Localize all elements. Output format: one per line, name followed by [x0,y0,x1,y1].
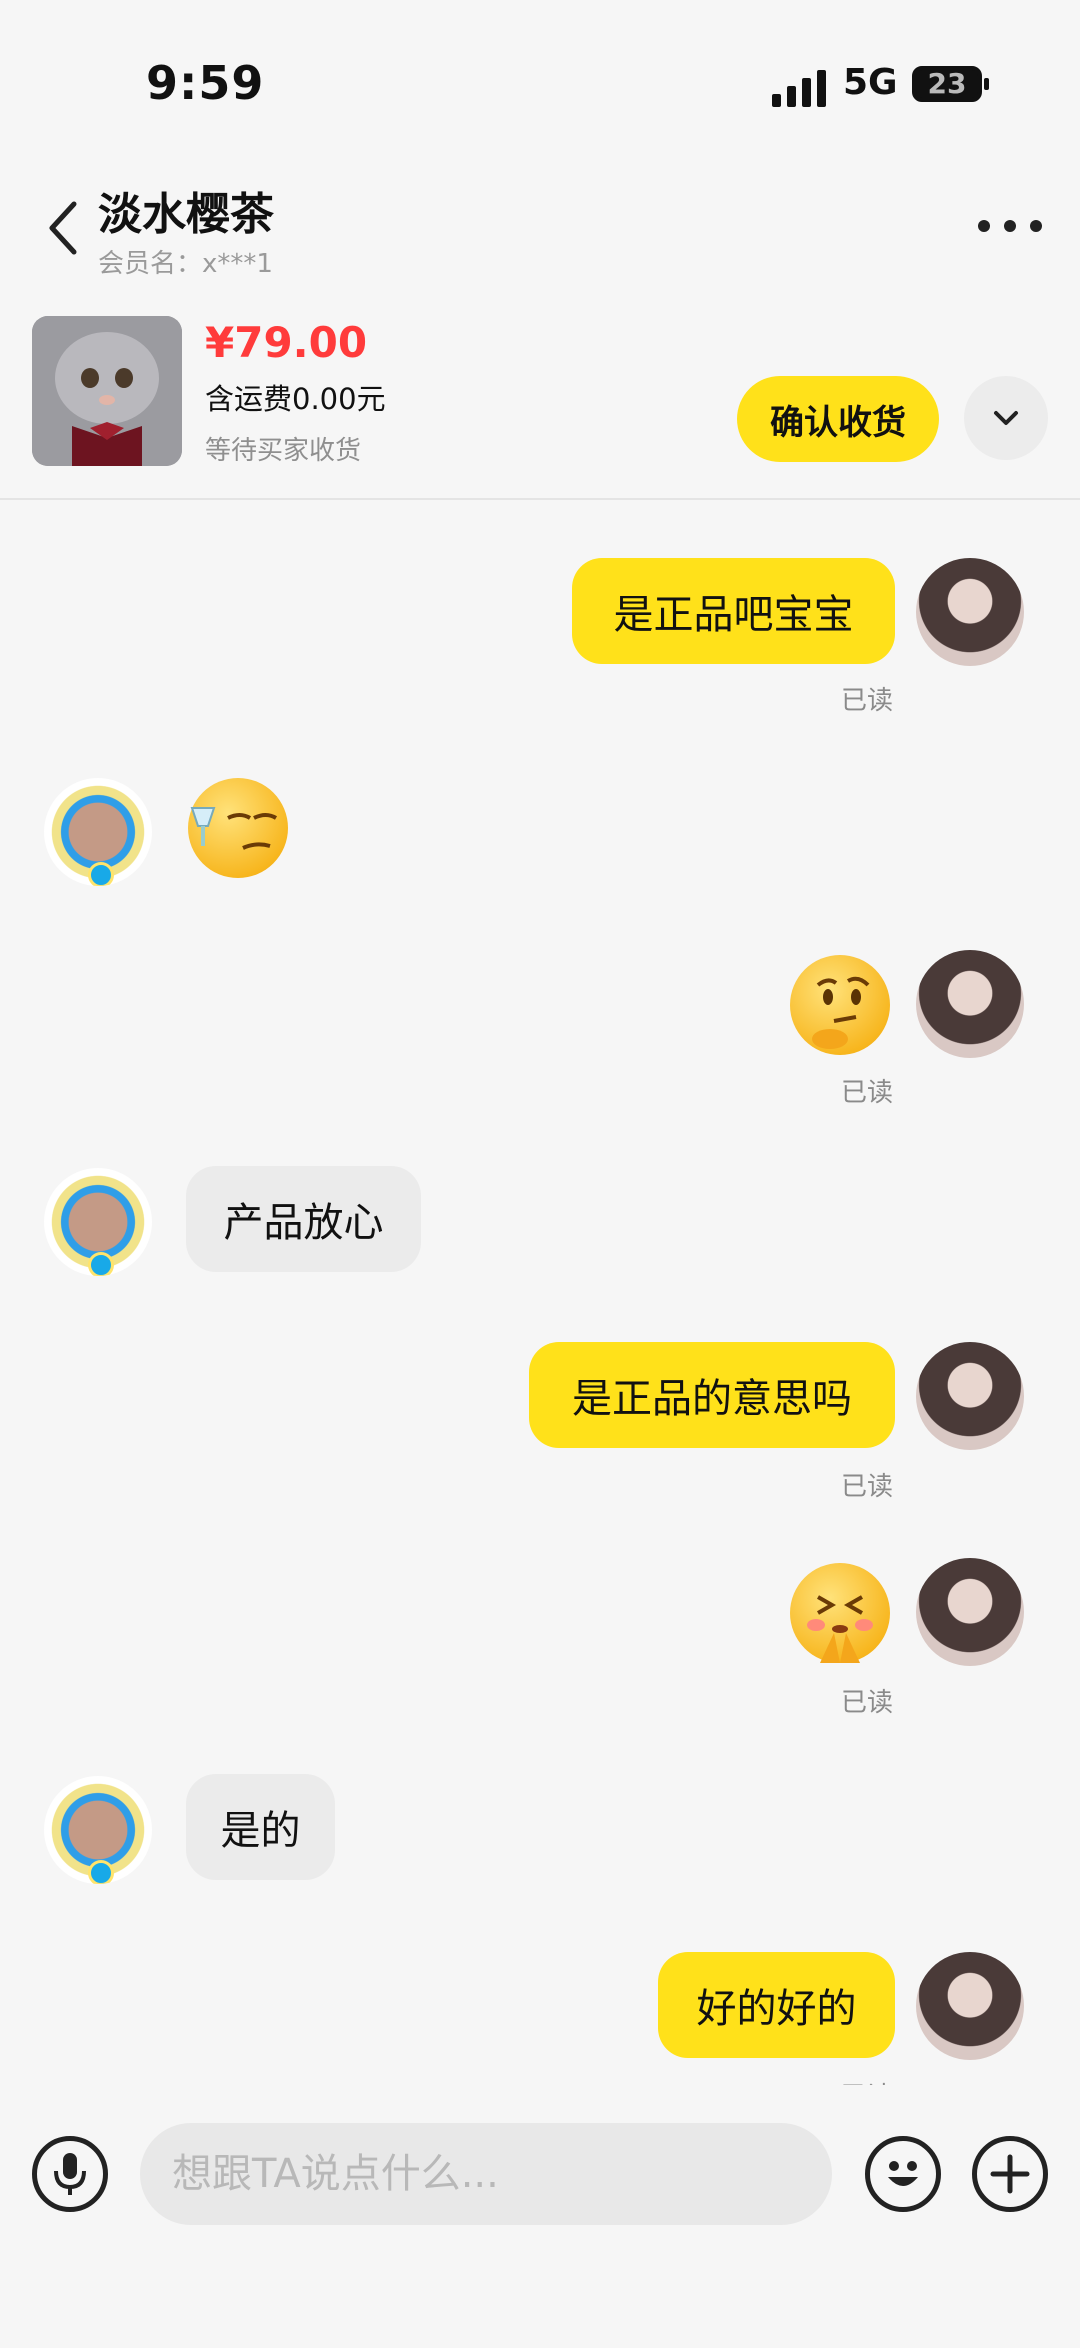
read-receipt: 已读 [841,686,894,716]
status-time: 9:59 [146,56,265,110]
read-receipt: 已读 [841,1472,894,1502]
chat-messages[interactable]: 是正品吧宝宝 已读 已读 产品放心 是正品的意思吗 已读 已读 是的 好的好的 [0,500,1080,2085]
message-outgoing: 好的好的 已读 [0,1952,1080,2085]
message-outgoing: 已读 [0,950,1080,1108]
status-bar: 9:59 5G 23 [0,0,1080,170]
message-bubble[interactable]: 是正品的意思吗 [529,1342,895,1448]
read-receipt: 已读 [841,1688,894,1718]
my-avatar[interactable] [916,1952,1024,2060]
signal-icon [772,70,826,107]
read-receipt: 已读 [841,2076,893,2085]
pleading-emoji-icon[interactable] [790,1563,890,1663]
message-bubble[interactable]: 产品放心 [186,1166,421,1272]
plush-doll-image [32,316,182,466]
battery-level: 23 [927,67,967,100]
product-price: ¥79.00 [205,318,368,367]
more-options-icon[interactable] [978,214,1042,238]
expand-button[interactable] [964,376,1048,460]
message-outgoing: 已读 [0,1558,1080,1718]
input-bar [0,2085,1080,2348]
my-avatar[interactable] [916,1558,1024,1666]
order-status: 等待买家收货 [205,436,362,466]
seller-avatar[interactable] [44,778,152,886]
confirm-receipt-button[interactable]: 确认收货 [737,376,939,462]
message-input[interactable] [140,2123,832,2225]
my-avatar[interactable] [916,558,1024,666]
network-type: 5G [843,62,898,103]
message-bubble[interactable]: 是的 [186,1774,335,1880]
chevron-down-icon [994,411,1018,425]
battery-icon: 23 [912,66,982,102]
shipping-fee: 含运费0.00元 [205,382,386,416]
product-thumbnail[interactable] [32,316,182,466]
message-incoming [0,778,1080,898]
emoji-icon[interactable] [865,2136,941,2212]
read-receipt: 已读 [841,1078,894,1108]
message-outgoing: 是正品的意思吗 已读 [0,1342,1080,1502]
message-outgoing: 是正品吧宝宝 已读 [0,558,1080,718]
thinking-emoji-icon[interactable] [790,955,890,1055]
plus-icon[interactable] [972,2136,1048,2212]
battery-tip [984,78,989,90]
seller-avatar[interactable] [44,1168,152,1276]
member-name: 会员名：x***1 [98,249,273,279]
seller-avatar[interactable] [44,1776,152,1884]
message-incoming: 是的 [0,1774,1080,1896]
chat-title: 淡水樱茶 [98,189,274,240]
product-card[interactable]: ¥79.00 含运费0.00元 等待买家收货 确认收货 [0,300,1080,500]
smug-wine-emoji-icon[interactable] [188,778,288,878]
message-bubble[interactable]: 好的好的 [658,1952,895,2058]
back-arrow-icon[interactable] [40,192,90,262]
my-avatar[interactable] [916,1342,1024,1450]
my-avatar[interactable] [916,950,1024,1058]
message-incoming: 产品放心 [0,1166,1080,1288]
microphone-icon[interactable] [32,2136,108,2212]
message-bubble[interactable]: 是正品吧宝宝 [572,558,895,664]
